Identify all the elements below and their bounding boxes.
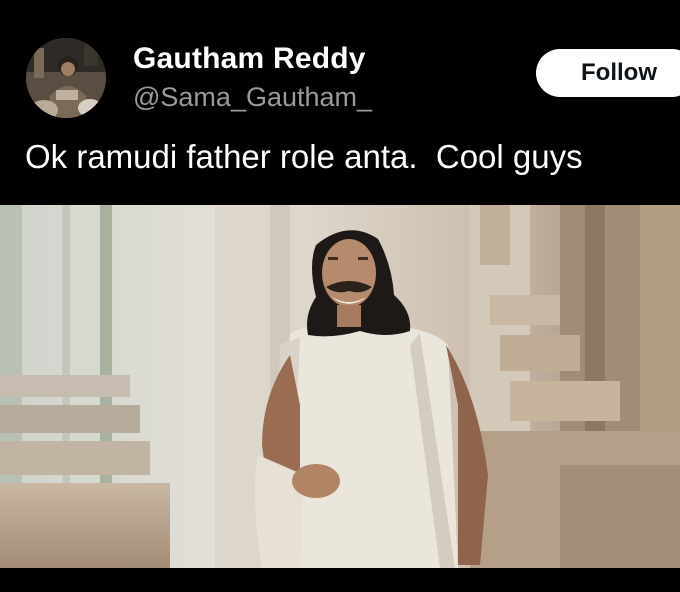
- tweet-header: Gautham Reddy @Sama_Gautham_ Follow Ok r…: [0, 0, 680, 205]
- author-handle[interactable]: @Sama_Gautham_: [133, 82, 372, 113]
- avatar[interactable]: [26, 38, 106, 118]
- photo-man-in-white-robe-icon: [0, 205, 680, 568]
- author-display-name[interactable]: Gautham Reddy: [133, 42, 366, 76]
- footer-bar: [0, 568, 680, 592]
- profile-photo-icon: [26, 38, 106, 118]
- tweet-text: Ok ramudi father role anta. Cool guys: [25, 138, 583, 175]
- follow-button[interactable]: Follow: [536, 49, 680, 97]
- tweet-media-image[interactable]: [0, 205, 680, 568]
